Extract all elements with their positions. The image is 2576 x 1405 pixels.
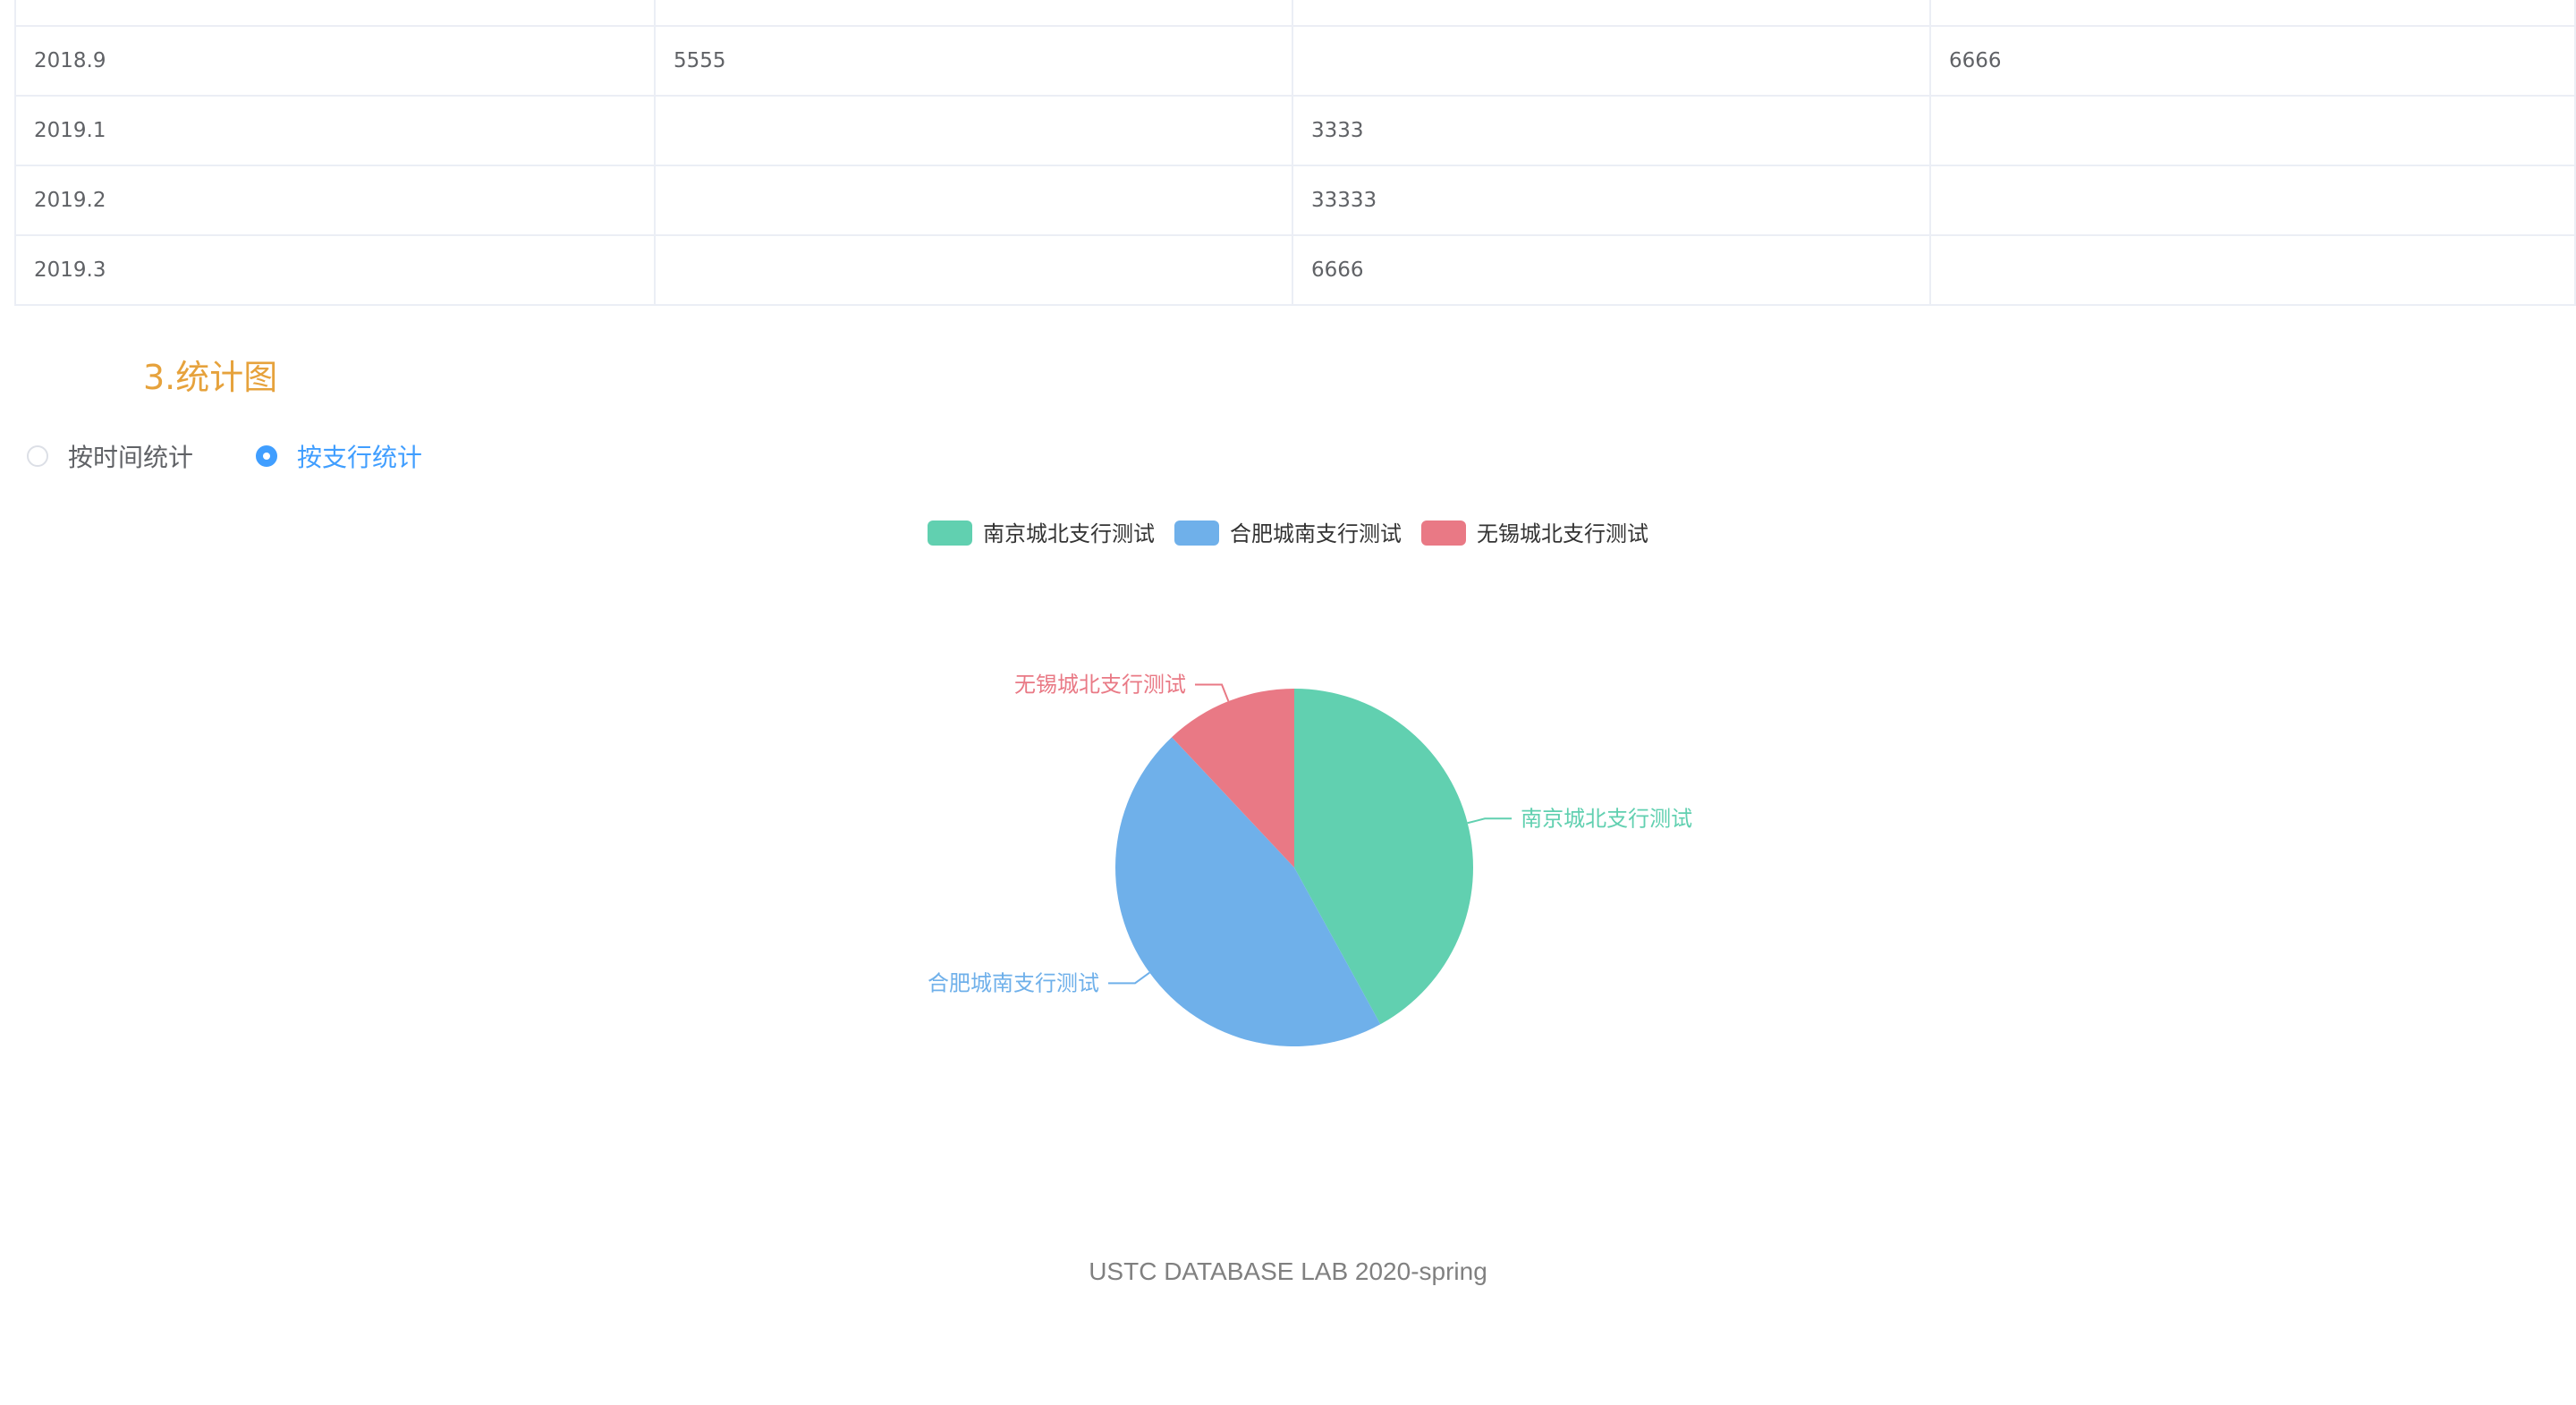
legend-label[interactable]: 无锡城北支行测试 <box>1477 521 1648 546</box>
legend-item[interactable]: 南京城北支行测试 <box>928 521 1155 546</box>
table-cell-date: 2019.2 <box>14 165 656 236</box>
page: 2018.9 5555 6666 2019.1 3333 2019.2 3333… <box>0 0 2576 1405</box>
legend-label[interactable]: 南京城北支行测试 <box>983 521 1155 546</box>
statistics-table-container: 2018.9 5555 6666 2019.1 3333 2019.2 3333… <box>14 0 2576 306</box>
table-row: 2019.2 33333 <box>14 165 2576 236</box>
table-cell-date: 2019.3 <box>14 234 656 306</box>
pie-label-line <box>1108 971 1150 985</box>
legend-label[interactable]: 合肥城南支行测试 <box>1230 521 1402 546</box>
section-title: 3.统计图 <box>143 358 278 397</box>
pie-label-line <box>1467 817 1513 825</box>
table-cell: 6666 <box>1292 234 1931 306</box>
statistics-mode-radio-group: 按时间统计 按支行统计 <box>27 436 485 476</box>
branch-pie-chart: 南京城北支行测试 合肥城南支行测试 无锡城北支行测试南京城北支行测试合肥城南支行测试… <box>928 521 1692 1046</box>
legend-swatch[interactable] <box>1174 521 1219 546</box>
pie-slice-label: 南京城北支行测试 <box>1521 806 1692 831</box>
table-cell <box>1929 165 2576 236</box>
pie-label-line <box>1195 683 1230 702</box>
table-row: 2019.1 3333 <box>14 95 2576 166</box>
pie-slice-label: 无锡城北支行测试 <box>1014 672 1186 697</box>
radio-circle-checked-icon[interactable] <box>256 445 278 467</box>
table-cell <box>1929 234 2576 306</box>
legend-swatch[interactable] <box>928 521 972 546</box>
legend-swatch[interactable] <box>1421 521 1466 546</box>
table-cell: 6666 <box>1929 25 2576 97</box>
pie-slice-label: 合肥城南支行测试 <box>928 970 1099 995</box>
table-cell <box>14 0 656 27</box>
table-row: 2018.9 5555 6666 <box>14 25 2576 97</box>
radio-by-time[interactable]: 按时间统计 <box>27 438 193 474</box>
radio-circle-icon[interactable] <box>27 445 48 467</box>
table-row <box>14 0 2576 27</box>
statistics-table: 2018.9 5555 6666 2019.1 3333 2019.2 3333… <box>14 0 2576 306</box>
table-cell <box>1292 0 1931 27</box>
table-cell-date: 2019.1 <box>14 95 656 166</box>
table-cell <box>654 95 1293 166</box>
radio-label[interactable]: 按支行统计 <box>297 438 422 474</box>
table-cell <box>654 165 1293 236</box>
radio-by-branch[interactable]: 按支行统计 <box>256 438 422 474</box>
table-cell <box>1292 25 1931 97</box>
legend-item[interactable]: 合肥城南支行测试 <box>1174 521 1402 546</box>
legend-item[interactable]: 无锡城北支行测试 <box>1421 521 1648 546</box>
radio-label[interactable]: 按时间统计 <box>68 438 193 474</box>
table-cell <box>654 0 1293 27</box>
table-cell <box>1929 0 2576 27</box>
table-cell: 5555 <box>654 25 1293 97</box>
table-cell: 3333 <box>1292 95 1931 166</box>
table-cell-date: 2018.9 <box>14 25 656 97</box>
table-cell <box>1929 95 2576 166</box>
table-cell: 33333 <box>1292 165 1931 236</box>
footer-text: USTC DATABASE LAB 2020-spring <box>1089 1257 1487 1285</box>
table-cell <box>654 234 1293 306</box>
table-row: 2019.3 6666 <box>14 234 2576 306</box>
